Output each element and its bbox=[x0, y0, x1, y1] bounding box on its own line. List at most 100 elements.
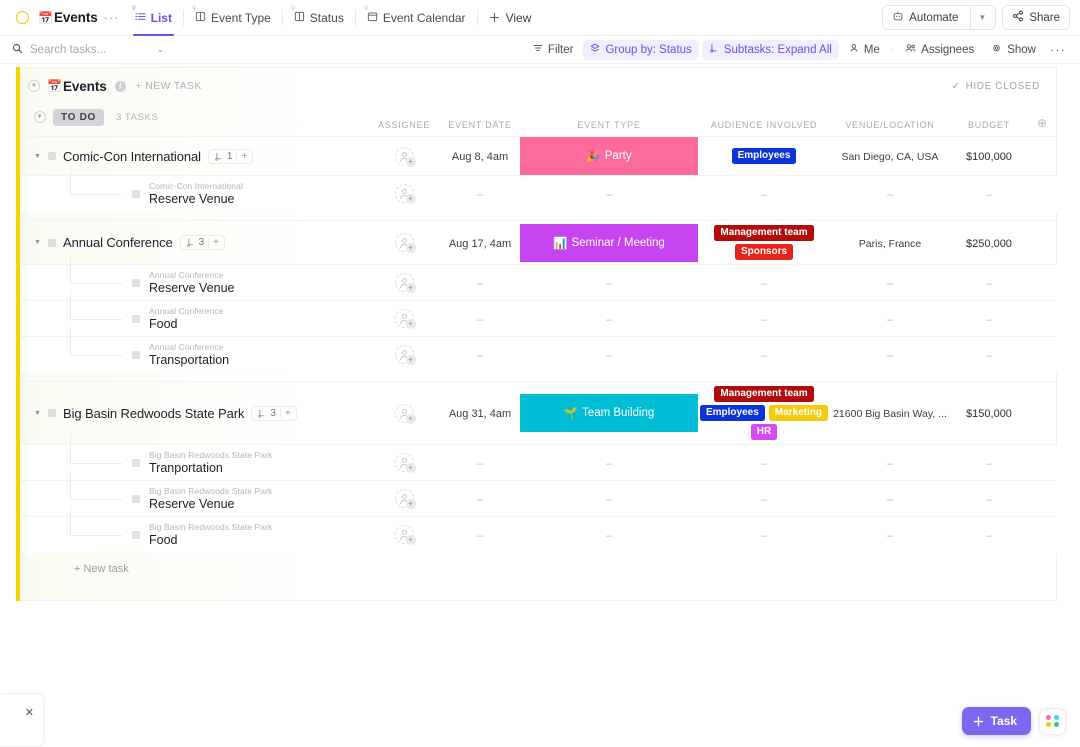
info-icon[interactable]: i bbox=[115, 81, 126, 92]
tab-list[interactable]: ⚲ List bbox=[124, 0, 183, 36]
event-type-cell[interactable]: – bbox=[520, 481, 698, 517]
add-assignee-icon[interactable]: + bbox=[406, 243, 416, 253]
table-row[interactable]: ▼Comic-Con International1++Aug 8, 4am🎉Pa… bbox=[16, 137, 1057, 176]
budget-cell[interactable]: – bbox=[950, 337, 1028, 373]
task-status-square[interactable] bbox=[48, 409, 56, 417]
assignee-cell[interactable]: + bbox=[368, 176, 440, 212]
subtask-status-square[interactable] bbox=[132, 315, 140, 323]
event-type-cell[interactable]: 🌱Team Building bbox=[520, 382, 698, 445]
assignees-button[interactable]: Assignees bbox=[898, 40, 981, 60]
event-type-cell[interactable]: 🎉Party bbox=[520, 137, 698, 176]
audience-cell[interactable]: – bbox=[698, 337, 830, 373]
avatar[interactable]: + bbox=[395, 489, 414, 508]
subtask-title[interactable]: Tranportation bbox=[149, 461, 272, 475]
share-button[interactable]: Share bbox=[1002, 5, 1070, 30]
close-icon[interactable]: ✕ bbox=[25, 706, 34, 719]
budget-cell[interactable]: $250,000 bbox=[950, 221, 1028, 265]
automate-button[interactable]: Automate ▼ bbox=[882, 5, 996, 30]
audience-cell[interactable]: – bbox=[698, 517, 830, 553]
audience-cell[interactable]: – bbox=[698, 265, 830, 301]
table-row[interactable]: Comic-Con InternationalReserve Venue+–––… bbox=[16, 176, 1057, 212]
venue-cell[interactable]: – bbox=[830, 265, 950, 301]
show-button[interactable]: Show bbox=[984, 40, 1043, 60]
assignee-cell[interactable]: + bbox=[368, 137, 440, 176]
table-row[interactable]: Annual ConferenceFood+––––– bbox=[16, 301, 1057, 337]
expand-task-icon[interactable]: ▼ bbox=[34, 410, 41, 417]
subtask-title[interactable]: Food bbox=[149, 317, 223, 331]
assignee-cell[interactable]: + bbox=[368, 481, 440, 517]
audience-cell[interactable]: – bbox=[698, 301, 830, 337]
expand-task-icon[interactable]: ▼ bbox=[34, 153, 41, 160]
subtask-name-cell[interactable]: Big Basin Redwoods State ParkReserve Ven… bbox=[16, 481, 368, 517]
subtask-count-chip[interactable]: 3+ bbox=[180, 235, 225, 250]
status-badge[interactable]: TO DO bbox=[53, 109, 104, 126]
me-filter-button[interactable]: Me bbox=[842, 40, 887, 60]
avatar[interactable]: + bbox=[395, 525, 414, 544]
avatar[interactable]: + bbox=[395, 147, 414, 166]
subtask-status-square[interactable] bbox=[132, 279, 140, 287]
event-date-cell[interactable]: – bbox=[440, 481, 520, 517]
event-date-cell[interactable]: – bbox=[440, 445, 520, 481]
event-type-cell[interactable]: – bbox=[520, 265, 698, 301]
subtask-status-square[interactable] bbox=[132, 351, 140, 359]
budget-cell[interactable]: – bbox=[950, 481, 1028, 517]
event-type-cell[interactable]: – bbox=[520, 445, 698, 481]
avatar[interactable]: + bbox=[395, 184, 414, 203]
group-by-button[interactable]: Group by: Status bbox=[583, 40, 698, 60]
venue-cell[interactable]: – bbox=[830, 517, 950, 553]
task-name-cell[interactable]: ▼Big Basin Redwoods State Park3+ bbox=[16, 382, 368, 445]
add-assignee-icon[interactable]: + bbox=[406, 319, 416, 329]
footer-new-task-button[interactable]: + New task bbox=[16, 553, 1056, 575]
add-assignee-icon[interactable]: + bbox=[406, 414, 416, 424]
audience-cell[interactable]: – bbox=[698, 176, 830, 212]
budget-cell[interactable]: – bbox=[950, 265, 1028, 301]
audience-cell[interactable]: – bbox=[698, 445, 830, 481]
assignee-cell[interactable]: + bbox=[368, 337, 440, 373]
tab-event-calendar[interactable]: ⚲ Event Calendar bbox=[356, 0, 477, 36]
subtask-status-square[interactable] bbox=[132, 531, 140, 539]
assignee-cell[interactable]: + bbox=[368, 301, 440, 337]
avatar[interactable]: + bbox=[395, 345, 414, 364]
avatar[interactable]: + bbox=[395, 404, 414, 423]
add-assignee-icon[interactable]: + bbox=[406, 194, 416, 204]
subtask-name-cell[interactable]: Annual ConferenceFood bbox=[16, 301, 368, 337]
event-type-cell[interactable]: – bbox=[520, 301, 698, 337]
subtask-name-cell[interactable]: Annual ConferenceReserve Venue bbox=[16, 265, 368, 301]
add-subtask-icon[interactable]: + bbox=[285, 408, 291, 419]
column-header-venue-location[interactable]: VENUE/LOCATION bbox=[830, 104, 950, 137]
add-assignee-icon[interactable]: + bbox=[406, 283, 416, 293]
audience-tag[interactable]: Management team bbox=[714, 386, 813, 402]
subtask-name-cell[interactable]: Big Basin Redwoods State ParkFood bbox=[16, 517, 368, 553]
venue-cell[interactable]: Paris, France bbox=[830, 221, 950, 265]
table-row[interactable]: ▼Big Basin Redwoods State Park3++Aug 31,… bbox=[16, 382, 1057, 445]
audience-cell[interactable]: Management teamSponsors bbox=[698, 221, 830, 265]
add-subtask-icon[interactable]: + bbox=[241, 151, 247, 162]
audience-cell[interactable]: Employees bbox=[698, 137, 830, 176]
task-title[interactable]: Comic-Con International bbox=[63, 149, 201, 164]
subtask-status-square[interactable] bbox=[132, 495, 140, 503]
event-date-cell[interactable]: – bbox=[440, 176, 520, 212]
assignee-cell[interactable]: + bbox=[368, 265, 440, 301]
audience-tag[interactable]: Marketing bbox=[769, 405, 828, 421]
search-chevron-down-icon[interactable]: ⌄ bbox=[157, 45, 164, 54]
hide-closed-button[interactable]: ✓ HIDE CLOSED bbox=[952, 81, 1040, 92]
task-title[interactable]: Big Basin Redwoods State Park bbox=[63, 406, 244, 421]
subtask-title[interactable]: Reserve Venue bbox=[149, 281, 234, 295]
table-row[interactable]: ▼Annual Conference3++Aug 17, 4am📊Seminar… bbox=[16, 221, 1057, 265]
budget-cell[interactable]: – bbox=[950, 517, 1028, 553]
audience-tag[interactable]: Employees bbox=[732, 148, 797, 164]
search-input[interactable] bbox=[30, 44, 150, 56]
budget-cell[interactable]: $100,000 bbox=[950, 137, 1028, 176]
space-more-icon[interactable]: ··· bbox=[104, 10, 120, 25]
table-row[interactable]: Big Basin Redwoods State ParkTranportati… bbox=[16, 445, 1057, 481]
avatar[interactable]: + bbox=[395, 233, 414, 252]
chevron-down-icon[interactable]: ▼ bbox=[978, 13, 986, 22]
collapse-group-icon[interactable]: ▼ bbox=[34, 111, 46, 123]
assignee-cell[interactable]: + bbox=[368, 382, 440, 445]
search-container[interactable]: ⌄ bbox=[12, 41, 177, 59]
event-type-cell[interactable]: – bbox=[520, 176, 698, 212]
event-date-cell[interactable]: – bbox=[440, 265, 520, 301]
event-type-cell[interactable]: – bbox=[520, 337, 698, 373]
subtask-status-square[interactable] bbox=[132, 459, 140, 467]
add-subtask-icon[interactable]: + bbox=[213, 237, 219, 248]
